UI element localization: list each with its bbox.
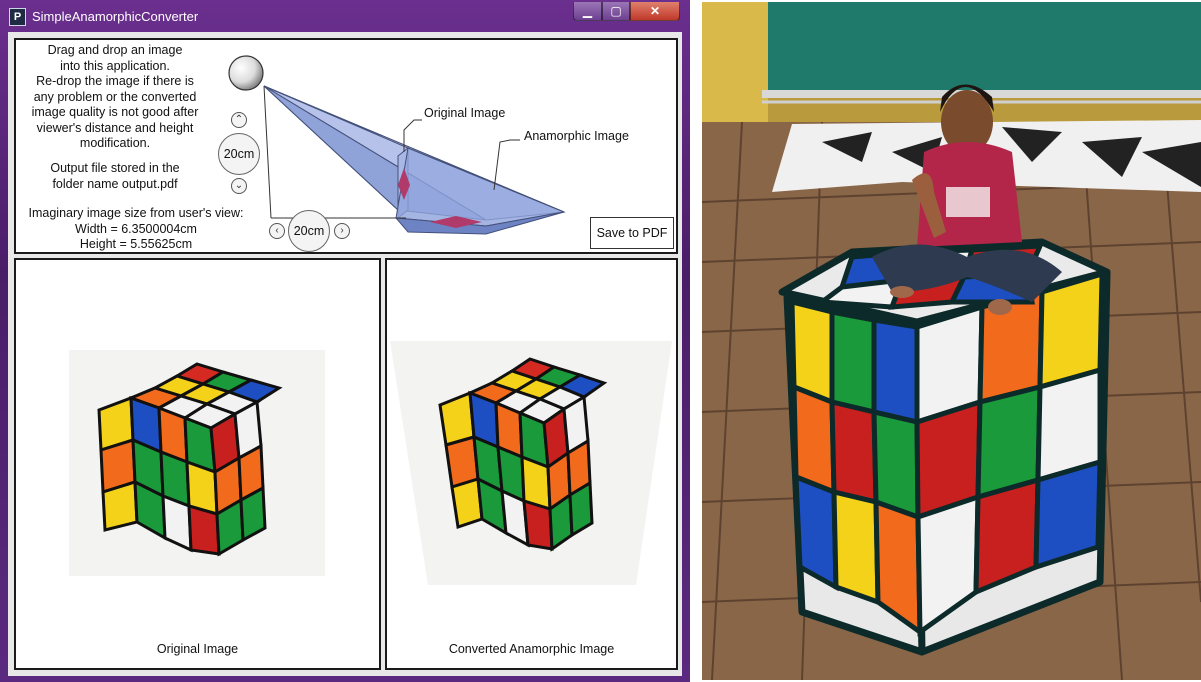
- save-to-pdf-button[interactable]: Save to PDF: [590, 217, 674, 249]
- minimize-icon: ▁: [582, 4, 593, 18]
- original-image-panel[interactable]: Original Image: [14, 258, 381, 670]
- anamorphic-label-pointer: [493, 139, 520, 191]
- anamorphic-photo: [702, 2, 1201, 680]
- height-line: [263, 85, 272, 219]
- viewer-eye-icon: [228, 55, 264, 91]
- close-icon: ✕: [649, 4, 661, 18]
- converted-image-caption: Converted Anamorphic Image: [448, 642, 615, 656]
- chevron-right-icon: ›: [340, 225, 344, 236]
- height-decrease-button[interactable]: ⌄: [231, 178, 247, 194]
- client-area: Drag and drop an image into this applica…: [8, 32, 682, 676]
- original-image-caption: Original Image: [156, 642, 239, 656]
- distance-decrease-button[interactable]: ‹: [269, 223, 285, 239]
- title-bar[interactable]: P SimpleAnamorphicConverter ▁ ▢ ✕: [0, 0, 690, 32]
- anamorphic-image-label: Anamorphic Image: [524, 129, 629, 143]
- chevron-down-icon: ⌄: [234, 180, 244, 191]
- original-image-label: Original Image: [424, 106, 506, 120]
- photo-scene: [702, 2, 1201, 680]
- maximize-icon: ▢: [610, 4, 622, 18]
- perspective-diagram: [228, 55, 566, 235]
- chevron-left-icon: ‹: [275, 225, 279, 236]
- chevron-up-icon: ⌃: [234, 114, 244, 125]
- app-p-icon: P: [9, 8, 26, 26]
- original-rubiks-image: [69, 350, 325, 576]
- close-button[interactable]: ✕: [630, 2, 680, 21]
- height-value[interactable]: 20cm: [218, 133, 260, 175]
- settings-panel: Drag and drop an image into this applica…: [14, 38, 678, 254]
- converted-rubiks-image: [390, 341, 672, 585]
- maximize-button[interactable]: ▢: [602, 2, 630, 21]
- distance-increase-button[interactable]: ›: [334, 223, 350, 239]
- window-title: SimpleAnamorphicConverter: [32, 9, 199, 24]
- height-increase-button[interactable]: ⌃: [231, 112, 247, 128]
- distance-value[interactable]: 20cm: [288, 210, 330, 252]
- minimize-button[interactable]: ▁: [573, 2, 602, 21]
- converted-image-panel[interactable]: Converted Anamorphic Image: [385, 258, 678, 670]
- app-window: P SimpleAnamorphicConverter ▁ ▢ ✕ Drag a…: [0, 0, 690, 682]
